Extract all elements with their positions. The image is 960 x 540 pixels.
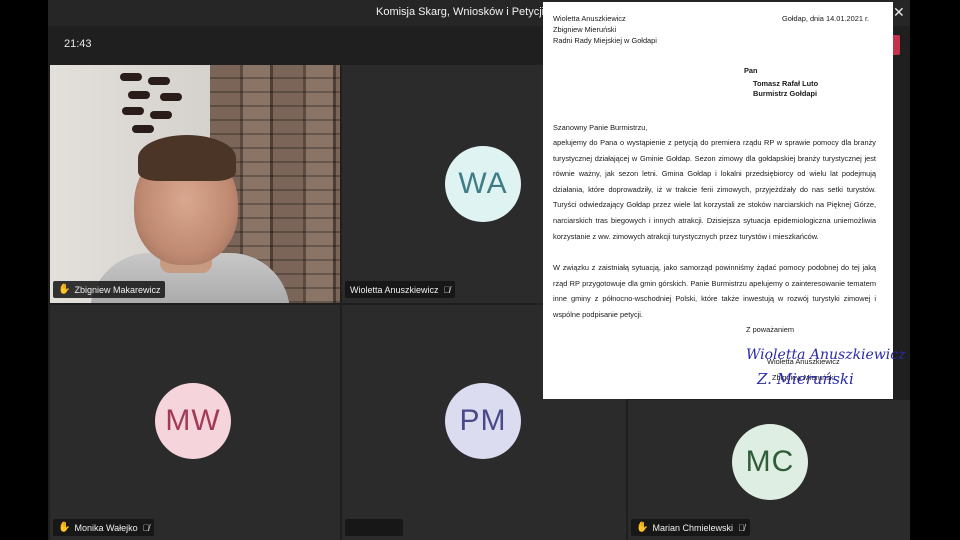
raised-hand-icon: ✋ <box>58 284 71 295</box>
nameplate: ✋ Marian Chmielewski 🎙̸ <box>631 519 750 536</box>
person-hair <box>138 135 236 181</box>
salutation: Szanowny Panie Burmistrzu, <box>553 123 648 132</box>
mic-off-icon: 🎙̸ <box>737 522 745 533</box>
mic-off-icon: 🎙̸ <box>443 284 451 295</box>
recipient-line: Burmistrz Gołdapi <box>753 89 818 98</box>
participant-tile-mw[interactable]: MW ✋ Monika Wałejko 🎙̸ <box>50 305 340 540</box>
sender-line: Radni Rady Miejskiej w Gołdapi <box>553 36 657 45</box>
avatar-initials: PM <box>459 404 507 437</box>
nameplate: ✋ Monika Wałejko 🎙̸ <box>53 519 155 536</box>
participant-tile-video[interactable]: ✋ Zbigniew Makarewicz <box>50 65 340 303</box>
avatar: MC <box>732 424 808 500</box>
raised-hand-icon: ✋ <box>636 522 649 533</box>
participant-name: Zbigniew Makarewicz <box>74 284 161 295</box>
nameplate: Wioletta Anuszkiewicz 🎙̸ <box>345 281 456 298</box>
closing: Z poważaniem <box>746 325 795 334</box>
avatar-initials: MC <box>745 445 795 478</box>
letter-paragraph: apelujemy do Pana o wystąpienie z petycj… <box>553 138 876 241</box>
participant-tile-mc[interactable]: MC ✋ Marian Chmielewski 🎙̸ <box>628 400 910 540</box>
participant-name: Wioletta Anuszkiewicz <box>350 284 439 295</box>
avatar: WA <box>445 146 521 222</box>
avatar: PM <box>445 383 521 459</box>
nameplate-blurred <box>345 519 403 536</box>
handwritten-signature: Z. Mieruński <box>757 370 854 388</box>
place-date: Gołdap, dnia 14.01.2021 r. <box>782 14 870 23</box>
close-icon[interactable]: ✕ <box>893 4 905 20</box>
letter-paragraph: W związku z zaistniałą sytuacją, jako sa… <box>553 263 876 319</box>
participant-name: Monika Wałejko <box>74 522 138 533</box>
call-timer: 21:43 <box>64 38 92 50</box>
shared-letter-document: Wioletta Anuszkiewicz Zbigniew Mieruński… <box>543 2 906 399</box>
sender-line: Wioletta Anuszkiewicz <box>553 14 626 23</box>
recipient-line: Pan <box>744 66 758 75</box>
avatar: MW <box>155 383 231 459</box>
avatar-initials: MW <box>165 404 221 437</box>
avatar-initials: WA <box>458 167 508 200</box>
nameplate: ✋ Zbigniew Makarewicz <box>53 281 166 298</box>
raised-hand-icon: ✋ <box>58 522 71 533</box>
recipient-line: Tomasz Rafał Luto <box>753 79 819 88</box>
handwritten-signature: Wioletta Anuszkiewicz <box>746 347 906 363</box>
participant-name: Marian Chmielewski <box>652 522 733 533</box>
mic-off-icon: 🎙̸ <box>142 522 150 533</box>
screen: Komisja Skarg, Wniosków i Petycji w dniu… <box>0 0 960 540</box>
sender-line: Zbigniew Mieruński <box>553 25 617 34</box>
